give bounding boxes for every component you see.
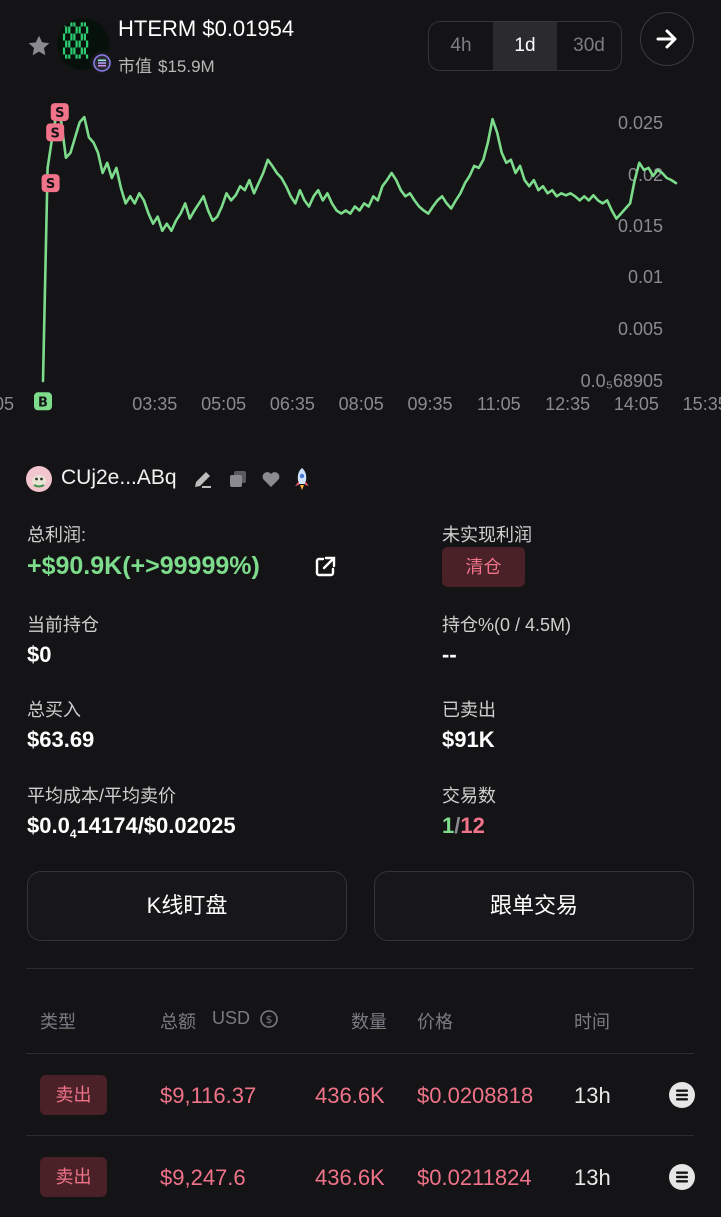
mcap-value: $15.9M	[158, 57, 215, 76]
sold-label: 已卖出	[442, 700, 496, 720]
solana-tx-icon[interactable]	[669, 1164, 695, 1190]
trade-type-badge: 卖出	[40, 1075, 107, 1115]
total-pnl-value: +$90.9K(+>99999%)	[27, 552, 260, 580]
total-bought-value: $63.69	[27, 727, 95, 752]
y-tick-label: 0.015	[618, 216, 663, 236]
trade-amount: $9,247.6	[160, 1165, 246, 1190]
holding-pct-value: --	[442, 642, 457, 667]
trade-marker-label: S	[55, 106, 64, 121]
token-header: ▚▞▚▞▚ ▞▚▞▚▞ ▚▞▚▞▚ ▞▚▞▚▞ ▚▞▚▞▚ HTERM $0.0…	[0, 0, 721, 85]
x-tick-label: 09:35	[407, 394, 452, 414]
x-tick-label: 12:35	[545, 394, 590, 414]
rocket-icon[interactable]	[289, 466, 315, 492]
divider	[26, 1053, 694, 1054]
total-bought-label: 总买入	[27, 700, 81, 720]
holding-pct-label: 持仓%(0 / 4.5M)	[442, 615, 572, 635]
x-tick-label: 05:05	[201, 394, 246, 414]
x-tick-label: 11:05	[477, 394, 521, 414]
heart-icon[interactable]	[260, 468, 282, 490]
wallet-avatar	[26, 466, 52, 492]
col-qty: 数量	[351, 1012, 387, 1032]
tab-1d[interactable]: 1d	[493, 22, 557, 70]
token-symbol: HTERM	[118, 16, 197, 41]
y-tick-label: 0.01	[628, 267, 663, 287]
x-tick-label: 15:35	[683, 394, 721, 414]
mcap-label: 市值	[118, 57, 152, 76]
col-type: 类型	[40, 1012, 76, 1032]
wallet-row: CUj2e...ABq	[26, 463, 346, 495]
col-usd-toggle[interactable]: USD	[212, 1008, 250, 1029]
price-line	[41, 110, 678, 383]
clear-position-button[interactable]: 清仓	[442, 547, 525, 587]
trade-price: $0.0211824	[417, 1165, 532, 1190]
star-icon[interactable]	[26, 33, 52, 59]
wallet-address: CUj2e...ABq	[61, 466, 177, 489]
kline-watch-button[interactable]: K线盯盘	[27, 871, 347, 941]
col-total: 总额	[160, 1012, 196, 1032]
copy-icon[interactable]	[227, 468, 249, 490]
total-pnl-label: 总利润:	[27, 525, 87, 545]
solana-tx-icon[interactable]	[669, 1082, 695, 1108]
avg-cost-label: 平均成本/平均卖价	[27, 786, 177, 806]
sold-value: $91K	[442, 727, 495, 752]
x-tick-label: 06:35	[270, 394, 315, 414]
divider	[26, 968, 694, 969]
currency-switch-icon[interactable]: $	[259, 1009, 279, 1029]
market-cap: 市值 $15.9M	[118, 52, 215, 77]
price-chart[interactable]: 0.0250.020.0150.010.0050.0₅6890502:0503:…	[0, 85, 721, 425]
col-time: 时间	[574, 1012, 610, 1032]
tab-30d[interactable]: 30d	[557, 22, 621, 70]
trade-time: 13h	[574, 1083, 611, 1108]
y-tick-label: 0.0₅68905	[581, 371, 663, 391]
arrow-right-icon	[656, 29, 677, 49]
x-tick-label: 14:05	[614, 394, 659, 414]
trade-time: 13h	[574, 1165, 611, 1190]
trade-qty: 436.6K	[315, 1083, 385, 1108]
trade-type-badge: 卖出	[40, 1157, 107, 1197]
trade-marker-label: S	[50, 126, 59, 141]
holding-label: 当前持仓	[27, 615, 99, 635]
copy-trade-button[interactable]: 跟单交易	[374, 871, 694, 941]
x-tick-label: 08:05	[339, 394, 384, 414]
solana-chain-icon	[90, 51, 114, 75]
trade-marker-label: S	[46, 177, 55, 192]
timeframe-selector: 4h 1d 30d	[428, 21, 622, 71]
holding-value: $0	[27, 642, 52, 667]
token-price: $0.01954	[202, 16, 295, 41]
trade-qty: 436.6K	[315, 1165, 385, 1190]
x-tick-label: 03:35	[132, 394, 177, 414]
arrow-right-button[interactable]	[640, 12, 694, 66]
avg-cost-value: $0.0414174/$0.02025	[27, 813, 236, 841]
unrealized-pnl-label: 未实现利润	[442, 525, 532, 545]
divider	[26, 1135, 694, 1136]
trade-marker-label: B	[38, 395, 48, 410]
trades-count-value: 1/12	[442, 813, 485, 838]
tab-4h[interactable]: 4h	[429, 22, 493, 70]
col-price: 价格	[417, 1012, 453, 1032]
share-external-icon[interactable]	[313, 555, 337, 579]
table-row[interactable]: 卖出 $9,247.6 436.6K $0.0211824 13h	[0, 1137, 721, 1217]
y-tick-label: 0.005	[618, 319, 663, 339]
trade-price: $0.0208818	[417, 1083, 534, 1108]
trade-amount: $9,116.37	[160, 1083, 257, 1108]
token-title: HTERM $0.01954	[118, 16, 294, 42]
y-tick-label: 0.025	[618, 113, 663, 133]
svg-text:$: $	[266, 1013, 273, 1026]
edit-icon[interactable]	[192, 468, 214, 490]
trades-count-label: 交易数	[442, 786, 496, 806]
table-row[interactable]: 卖出 $9,116.37 436.6K $0.0208818 13h	[0, 1055, 721, 1135]
x-tick-label: 02:05	[0, 394, 14, 414]
